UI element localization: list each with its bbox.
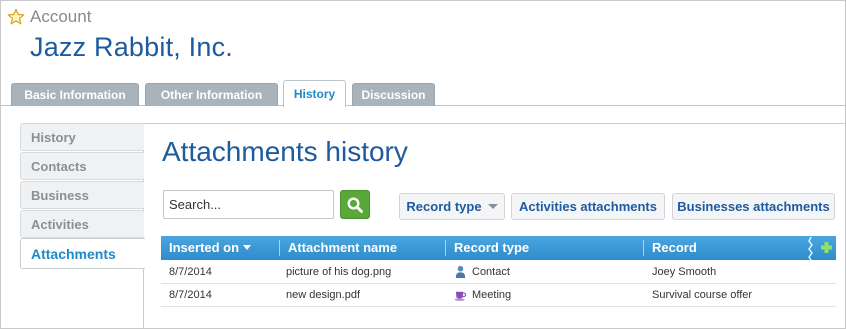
sidebar-item-history[interactable]: History xyxy=(20,123,144,151)
column-header-attachment-name[interactable]: Attachment name xyxy=(280,236,445,260)
cell-record[interactable]: Joey Smooth xyxy=(644,261,716,283)
cell-attachment-name[interactable]: picture of his dog.png xyxy=(278,261,391,283)
sidebar-item-business[interactable]: Business xyxy=(20,181,144,209)
sort-desc-icon xyxy=(243,245,252,251)
sidebar-item-contacts[interactable]: Contacts xyxy=(20,152,144,180)
search-icon xyxy=(347,196,363,213)
activities-attachments-button[interactable]: Activities attachments xyxy=(511,193,665,220)
cell-record[interactable]: Survival course offer xyxy=(644,284,752,306)
person-icon xyxy=(455,265,466,278)
column-header-record-type[interactable]: Record type xyxy=(446,236,643,260)
tab-discussion[interactable]: Discussion xyxy=(352,83,435,106)
cell-inserted-on: 8/7/2014 xyxy=(169,266,212,278)
column-header-label: Inserted on xyxy=(169,240,240,255)
cell-attachment-name[interactable]: new design.pdf xyxy=(278,284,360,306)
column-header-inserted-on[interactable]: Inserted on xyxy=(161,236,279,260)
column-tools xyxy=(806,236,836,261)
record-type-label: Contact xyxy=(472,266,510,278)
sidebar-item-activities[interactable]: Activities xyxy=(20,210,144,238)
search-input[interactable] xyxy=(163,190,334,219)
record-name: Jazz Rabbit, Inc. xyxy=(30,32,233,62)
coffee-cup-icon xyxy=(454,291,467,301)
tab-history[interactable]: History xyxy=(283,80,346,107)
cell-record-type: Contact xyxy=(446,261,510,283)
favorite-star-icon[interactable] xyxy=(7,8,25,26)
businesses-attachments-button[interactable]: Businesses attachments xyxy=(672,193,835,220)
search-button[interactable] xyxy=(340,190,370,219)
tab-bar: Basic Information Other Information Hist… xyxy=(0,80,846,107)
table-row[interactable]: 8/7/2014 picture of his dog.png Contact … xyxy=(161,261,836,284)
cell-inserted-on: 8/7/2014 xyxy=(169,289,212,301)
tab-basic-information[interactable]: Basic Information xyxy=(11,83,139,106)
page-title: Attachments history xyxy=(162,136,408,167)
add-column-icon[interactable] xyxy=(806,236,836,261)
record-type-label: Meeting xyxy=(472,289,512,301)
tab-other-information[interactable]: Other Information xyxy=(145,83,278,106)
entity-type-label: Account xyxy=(30,7,92,26)
column-header-record[interactable]: Record xyxy=(644,236,804,260)
sidebar-item-attachments[interactable]: Attachments xyxy=(20,238,145,269)
record-type-dropdown-label: Record type xyxy=(406,199,482,214)
chevron-down-icon xyxy=(487,204,498,210)
table-header: Inserted on Attachment name Record type … xyxy=(161,236,836,261)
cell-record-type: Meeting xyxy=(446,284,511,306)
record-type-dropdown[interactable]: Record type xyxy=(399,193,505,220)
table-row[interactable]: 8/7/2014 new design.pdf Meeting Survival… xyxy=(161,284,836,307)
